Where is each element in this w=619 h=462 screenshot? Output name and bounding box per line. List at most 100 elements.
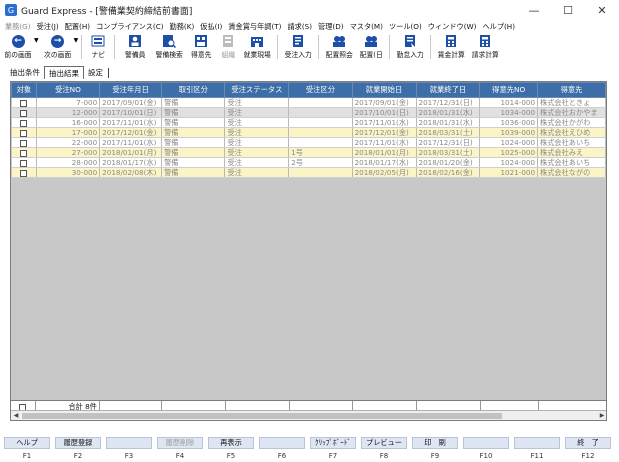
column-header-order-date[interactable]: 受注年月日 (99, 82, 163, 98)
row-checkbox-cell[interactable] (11, 107, 37, 118)
row-checkbox[interactable] (20, 149, 28, 157)
fkey-button-f5[interactable]: 再表示 (208, 437, 254, 449)
row-checkbox[interactable] (20, 99, 28, 107)
fkey-button-f1[interactable]: ヘルプ (4, 437, 50, 449)
column-header-end-date[interactable]: 就業終了日 (415, 82, 481, 98)
column-header-transaction-type[interactable]: 取引区分 (161, 82, 226, 98)
menu-advance[interactable]: 仮払(I) (200, 22, 222, 32)
fkey-button-f8[interactable]: プレビュー (361, 437, 407, 449)
table-row[interactable]: 12-000 2017/10/01(日) 警備 受注 2017/10/01(日) 2018… (11, 107, 606, 118)
row-checkbox-cell[interactable] (11, 117, 37, 128)
fkey-button-f11[interactable] (514, 437, 560, 449)
menu-admin[interactable]: 管理(D) (318, 22, 344, 32)
column-header-order-status[interactable]: 受注ステータス (224, 82, 290, 98)
site-button[interactable]: 就業現場 (240, 33, 274, 61)
table-row[interactable]: 17-000 2017/12/01(金) 警備 受注 2017/12/01(金) 2018… (11, 127, 606, 138)
table-row[interactable]: 30-000 2018/02/08(木) 警備 受注 2018/02/05(月) 2018… (11, 167, 606, 178)
tab-settings[interactable]: 設定 (84, 66, 107, 79)
table-row[interactable]: 22-000 2017/11/01(水) 警備 受注 2017/11/01(水) 2017… (11, 137, 606, 148)
scroll-left-icon[interactable]: ◀ (11, 411, 21, 421)
row-checkbox-cell[interactable] (11, 157, 37, 168)
table-row[interactable]: 27-000 2018/01/01(月) 警備 受注 1号 2018/01/01(月) 20… (11, 147, 606, 158)
row-checkbox[interactable] (20, 169, 28, 177)
column-header-target[interactable]: 対象 (11, 82, 37, 98)
billing-calc-button[interactable]: 請求計算 (468, 33, 502, 61)
menu-billing[interactable]: 請求(S) (287, 22, 312, 32)
back-button[interactable]: ← 前の画面 (3, 33, 33, 61)
menu-window[interactable]: ウィンドウ(W) (428, 22, 477, 32)
menu-tools[interactable]: ツール(O) (389, 22, 422, 32)
cell-client: 株式会社あいち (537, 137, 606, 148)
row-checkbox-cell[interactable] (11, 147, 37, 158)
forward-button[interactable]: → 次の画面 (43, 33, 73, 61)
row-checkbox-cell[interactable] (11, 97, 37, 108)
assignment-view-icon (333, 36, 346, 47)
row-checkbox[interactable] (20, 129, 28, 137)
forward-dropdown-icon[interactable]: ▼ (74, 37, 79, 61)
column-header-order-category[interactable]: 受注区分 (288, 82, 353, 98)
menu-compliance[interactable]: コンプライアンス(C) (96, 22, 163, 32)
results-grid[interactable]: 対象 受注NO 受注年月日 取引区分 受注ステータス 受注区分 就業開始日 就業… (10, 81, 607, 421)
menu-master[interactable]: マスタ(M) (350, 22, 383, 32)
menu-orders[interactable]: 受注(J) (37, 22, 59, 32)
horizontal-scrollbar[interactable]: ◀ ▶ (11, 410, 606, 421)
client-button[interactable]: 得意先 (186, 33, 216, 61)
column-header-start-date[interactable]: 就業開始日 (351, 82, 417, 98)
row-checkbox[interactable] (20, 139, 28, 147)
scroll-thumb[interactable] (22, 413, 502, 419)
cell-client-no: 1034-000 (479, 107, 539, 118)
cell-client: 株式会社かがわ (537, 117, 606, 128)
toolbar-separator (114, 35, 116, 59)
menu-business[interactable]: 業務(G) (5, 22, 31, 32)
wage-calc-button[interactable]: 賃金計算 (434, 33, 468, 61)
fkey-button-f2[interactable]: 履歴登録 (55, 437, 101, 449)
fkey-button-f3[interactable] (106, 437, 152, 449)
fkey-button-f10[interactable] (463, 437, 509, 449)
back-dropdown-icon[interactable]: ▼ (34, 37, 39, 61)
cell-order-date: 2017/10/01(日) (99, 107, 163, 118)
menu-attendance[interactable]: 勤務(K) (170, 22, 195, 32)
row-checkbox[interactable] (20, 109, 28, 117)
minimize-button[interactable]: — (517, 0, 551, 20)
close-button[interactable]: ✕ (585, 0, 619, 20)
column-header-order-no[interactable]: 受注NO (35, 82, 101, 98)
row-checkbox[interactable] (20, 159, 28, 167)
tab-bar: 抽出条件 抽出結果 設定 (6, 66, 109, 79)
row-checkbox-cell[interactable] (11, 127, 37, 138)
row-checkbox-cell[interactable] (11, 167, 37, 178)
table-row[interactable]: 7-000 2017/09/01(金) 警備 受注 2017/09/01(金) 2017/… (11, 97, 606, 108)
attendance-entry-button[interactable]: 勤怠入力 (393, 33, 427, 61)
fkey-button-f7[interactable]: ｸﾘｯﾌﾟﾎﾞｰﾄﾞ (310, 437, 356, 449)
organization-button[interactable]: 組織 (216, 33, 240, 61)
tab-conditions[interactable]: 抽出条件 (6, 66, 44, 79)
cell-order-status: 受注 (224, 167, 290, 178)
cell-order-date: 2017/11/01(水) (99, 117, 163, 128)
fkey-button-f9[interactable]: 印 刷 (412, 437, 458, 449)
guard-search-button[interactable]: 警備検索 (152, 33, 186, 61)
column-header-client-no[interactable]: 得意先NO (479, 82, 539, 98)
tab-results[interactable]: 抽出結果 (44, 66, 84, 79)
menu-help[interactable]: ヘルプ(H) (482, 22, 515, 32)
menu-assignment[interactable]: 配置(H) (65, 22, 90, 32)
row-checkbox[interactable] (20, 119, 28, 127)
cell-end-date: 2017/12/31(日) (416, 137, 481, 148)
order-entry-button[interactable]: 受注入力 (281, 33, 315, 61)
fkey-button-f12[interactable]: 終 了 (565, 437, 611, 449)
menu-payroll[interactable]: 賃金賞与年調(T) (228, 22, 281, 32)
table-row[interactable]: 16-000 2017/11/01(水) 警備 受注 2017/11/01(水) 2018… (11, 117, 606, 128)
maximize-button[interactable]: ☐ (551, 0, 585, 20)
cell-client-no: 1014-000 (479, 97, 539, 108)
column-header-client[interactable]: 得意先 (537, 82, 606, 98)
table-header-row: 対象 受注NO 受注年月日 取引区分 受注ステータス 受注区分 就業開始日 就業… (11, 82, 606, 98)
assignment-view-button[interactable]: 配置照会 (322, 33, 356, 61)
table-row[interactable]: 28-000 2018/01/17(水) 警備 受注 2号 2018/01/17(水) 20… (11, 157, 606, 168)
assignment-day-button[interactable]: 配置(日 (356, 33, 386, 61)
navi-button[interactable]: ナビ (85, 33, 111, 61)
cell-order-date: 2017/12/01(金) (99, 127, 163, 138)
fkey-button-f4[interactable]: 履歴削除 (157, 437, 203, 449)
scroll-right-icon[interactable]: ▶ (597, 411, 606, 421)
row-checkbox-cell[interactable] (11, 137, 37, 148)
guard-button[interactable]: 警備員 (118, 33, 152, 61)
fkey-button-f6[interactable] (259, 437, 305, 449)
cell-end-date: 2018/01/20(金) (416, 157, 481, 168)
